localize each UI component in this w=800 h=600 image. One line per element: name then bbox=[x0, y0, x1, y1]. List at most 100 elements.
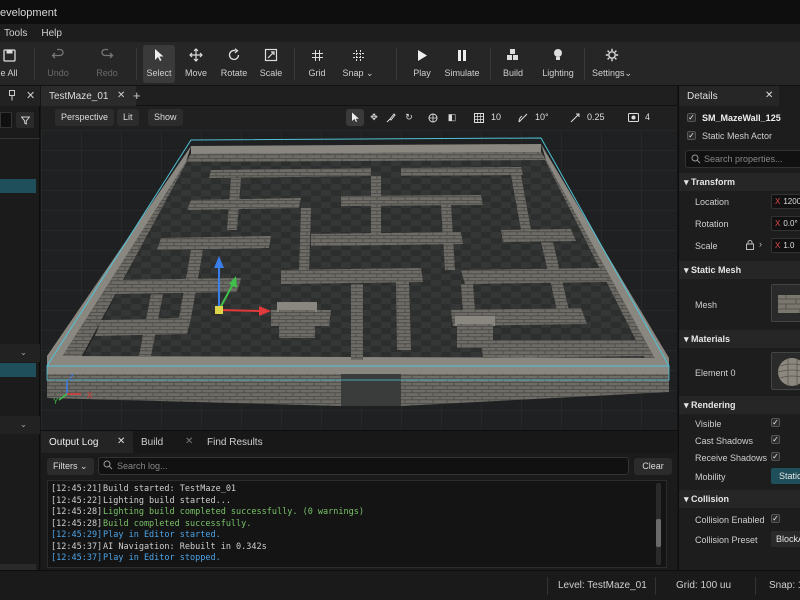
move-arrows-icon[interactable]: ✥ bbox=[366, 109, 382, 126]
tab-label: Find Results bbox=[207, 437, 263, 448]
menu-item-tools[interactable]: Tools bbox=[4, 28, 27, 39]
perspective-button[interactable]: Perspective bbox=[55, 109, 115, 126]
grid-button[interactable]: Grid bbox=[304, 45, 330, 83]
log-scrollbar[interactable] bbox=[656, 483, 661, 565]
tab-label: Build bbox=[141, 437, 164, 448]
chevron-down-icon[interactable]: ⌄ bbox=[20, 420, 27, 429]
wall-mesh-icon bbox=[778, 295, 800, 313]
object-name: SM_MazeWall_125 bbox=[702, 113, 781, 123]
chevron-right-icon[interactable]: › bbox=[759, 239, 762, 249]
surface-snap-icon[interactable]: ◧ bbox=[443, 109, 461, 126]
axis-x-label: X bbox=[775, 197, 781, 206]
lit-mode-button[interactable]: Lit bbox=[117, 109, 139, 126]
tab-find-results[interactable]: Find Results bbox=[199, 431, 279, 453]
visible-checkbox[interactable]: ✓ bbox=[771, 418, 780, 427]
collision-preset-dropdown[interactable]: BlockA bbox=[771, 531, 800, 547]
log-list: [12:45:21]Build started: TestMaze_01 [12:… bbox=[47, 480, 667, 568]
scale-x-field[interactable]: X 1.0 bbox=[771, 238, 800, 253]
section-rendering[interactable]: ▾ Rendering bbox=[679, 396, 800, 414]
log-message: Lighting build started... bbox=[103, 495, 231, 506]
select-label: Select bbox=[146, 68, 172, 78]
cast-shadows-checkbox[interactable]: ✓ bbox=[771, 435, 780, 444]
toolbar-divider bbox=[136, 48, 137, 80]
rotate-tool-button[interactable]: Rotate bbox=[218, 45, 250, 83]
tab-build[interactable]: Build bbox=[133, 431, 183, 453]
log-timestamp: [12:45:22] bbox=[51, 495, 103, 506]
outliner-selected-row[interactable] bbox=[0, 363, 36, 377]
new-tab-plus-icon[interactable]: + bbox=[133, 88, 141, 103]
level-viewport: TestMaze_01 ✕ + Perspective Lit Show ✥ ↻… bbox=[41, 86, 677, 430]
close-icon[interactable]: ✕ bbox=[765, 90, 773, 101]
pin-icon[interactable] bbox=[8, 90, 16, 104]
section-static-mesh[interactable]: ▾ Static Mesh bbox=[679, 261, 800, 279]
globe-icon[interactable] bbox=[425, 109, 441, 126]
close-icon[interactable]: ✕ bbox=[117, 90, 125, 101]
build-button[interactable]: Build bbox=[500, 45, 526, 83]
actor-visibility-checkbox[interactable]: ✓ bbox=[687, 113, 696, 122]
log-timestamp: [12:45:28] bbox=[51, 507, 103, 517]
show-button[interactable]: Show bbox=[148, 109, 183, 126]
maze-render: X Z Y bbox=[41, 130, 677, 430]
receive-shadows-checkbox[interactable]: ✓ bbox=[771, 452, 780, 461]
rotation-x-field[interactable]: X 0.0° bbox=[771, 216, 800, 231]
actor-type-checkbox[interactable]: ✓ bbox=[687, 131, 696, 140]
lighting-button[interactable]: Lighting bbox=[540, 45, 576, 83]
save-all-button[interactable]: e All bbox=[0, 45, 22, 83]
properties-search-input[interactable]: Search properties... bbox=[685, 150, 800, 168]
redo-button[interactable]: Redo bbox=[93, 45, 121, 83]
clear-log-button[interactable]: Clear bbox=[634, 458, 672, 475]
rotation-snap-value[interactable]: 10° bbox=[535, 112, 549, 122]
mobility-static-toggle[interactable]: Static bbox=[771, 468, 800, 484]
snap-dropdown[interactable]: Snap ⌄ bbox=[340, 45, 376, 83]
outliner-selected-row[interactable] bbox=[0, 179, 36, 193]
grid-snap-icon[interactable] bbox=[471, 109, 487, 126]
log-timestamp: [12:45:37] bbox=[51, 553, 103, 563]
outliner-search-input[interactable] bbox=[0, 112, 12, 128]
filter-icon[interactable] bbox=[16, 112, 34, 128]
tab-label: Details bbox=[687, 91, 718, 102]
material-thumbnail[interactable] bbox=[771, 352, 800, 390]
scale-snap-value[interactable]: 0.25 bbox=[587, 112, 605, 122]
filters-dropdown[interactable]: Filters ⌄ bbox=[47, 458, 94, 475]
simulate-button[interactable]: Simulate bbox=[443, 45, 481, 83]
undo-button[interactable]: Undo bbox=[44, 45, 72, 83]
lock-icon[interactable] bbox=[746, 240, 754, 253]
select-cursor-icon[interactable] bbox=[346, 109, 364, 126]
brush-icon[interactable] bbox=[383, 109, 399, 126]
menu-item-help[interactable]: Help bbox=[41, 28, 62, 39]
lighting-label: Lighting bbox=[542, 68, 574, 78]
viewport-scene[interactable]: X Z Y bbox=[41, 130, 677, 430]
move-tool-button[interactable]: Move bbox=[182, 45, 210, 83]
log-search-input[interactable]: Search log... bbox=[98, 457, 629, 475]
build-label: Build bbox=[502, 68, 523, 78]
select-tool-button[interactable]: Select bbox=[143, 45, 175, 83]
rotation-snap-icon[interactable] bbox=[515, 109, 531, 126]
collision-enabled-checkbox[interactable]: ✓ bbox=[771, 514, 780, 523]
status-bar: Level: TestMaze_01 Grid: 100 uu Snap: 1 bbox=[0, 570, 800, 600]
axis-x-label: X bbox=[775, 241, 781, 250]
close-icon[interactable]: ✕ bbox=[117, 436, 125, 447]
play-button[interactable]: Play bbox=[409, 45, 435, 83]
scrollbar-thumb[interactable] bbox=[656, 519, 661, 547]
play-icon bbox=[416, 45, 428, 65]
refresh-icon[interactable]: ↻ bbox=[401, 109, 417, 126]
chevron-down-icon[interactable]: ⌄ bbox=[20, 348, 27, 357]
grid-snap-value[interactable]: 10 bbox=[491, 112, 501, 122]
close-icon[interactable]: ✕ bbox=[26, 89, 35, 102]
mesh-thumbnail[interactable] bbox=[771, 284, 800, 322]
settings-dropdown[interactable]: Settings⌄ bbox=[592, 45, 632, 83]
location-x-field[interactable]: X1200. bbox=[771, 194, 800, 209]
tab-details[interactable]: Details bbox=[679, 86, 779, 106]
close-icon[interactable]: ✕ bbox=[185, 436, 193, 447]
details-panel: Details ✕ ✓ SM_MazeWall_125 ✓ Static Mes… bbox=[678, 86, 800, 570]
gear-icon bbox=[605, 45, 619, 65]
section-materials[interactable]: ▾ Materials bbox=[679, 330, 800, 348]
toolbar-divider bbox=[294, 48, 295, 80]
camera-speed-value[interactable]: 4 bbox=[645, 112, 650, 122]
section-collision[interactable]: ▾ Collision bbox=[679, 490, 800, 508]
section-transform[interactable]: ▾ Transform bbox=[679, 173, 800, 191]
camera-speed-icon[interactable] bbox=[625, 109, 641, 126]
scale-tool-button[interactable]: Scale bbox=[257, 45, 285, 83]
scale-snap-icon[interactable] bbox=[567, 109, 583, 126]
receive-shadows-label: Receive Shadows bbox=[695, 453, 768, 463]
